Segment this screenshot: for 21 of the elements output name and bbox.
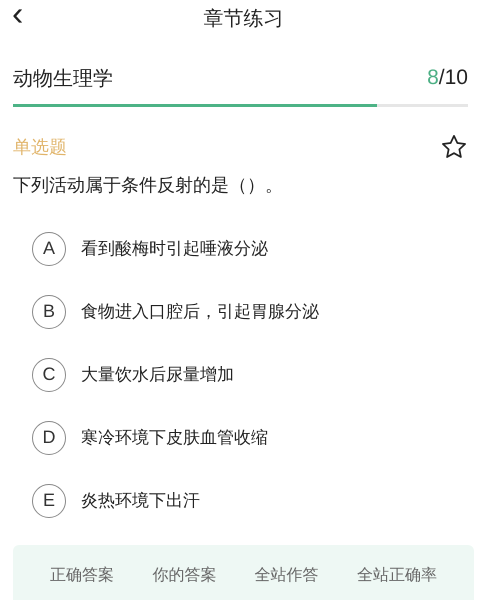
page-title: 章节练习 bbox=[204, 4, 284, 32]
question-counter: 8/10 bbox=[427, 66, 468, 90]
column-heading: 你的答案 bbox=[152, 565, 216, 586]
option-text[interactable]: 看到酸梅时引起唾液分泌 bbox=[81, 237, 268, 260]
option-letter-button[interactable]: D bbox=[32, 420, 66, 454]
option-text[interactable]: 寒冷环境下皮肤血管收缩 bbox=[81, 426, 268, 449]
option-text[interactable]: 炎热环境下出汗 bbox=[81, 489, 200, 512]
option-letter-button[interactable]: B bbox=[32, 294, 66, 328]
column-heading: 全站正确率 bbox=[356, 565, 437, 586]
subject-title: 动物生理学 bbox=[13, 64, 113, 92]
column-heading: 全站作答 bbox=[254, 565, 319, 586]
option-text[interactable]: 食物进入口腔后，引起胃腺分泌 bbox=[81, 300, 319, 323]
option-letter-button[interactable]: C bbox=[32, 358, 66, 392]
star-icon[interactable] bbox=[440, 133, 468, 161]
option-letter-button[interactable]: A bbox=[32, 232, 66, 266]
option-text[interactable]: 大量饮水后尿量增加 bbox=[81, 363, 234, 386]
column-heading: 正确答案 bbox=[50, 565, 114, 586]
question-text: 下列活动属于条件反射的是（）。 bbox=[13, 174, 284, 198]
option-letter-button[interactable]: E bbox=[32, 484, 66, 518]
question-type-label: 单选题 bbox=[13, 136, 67, 159]
back-button[interactable]: ‹ bbox=[4, 0, 32, 32]
